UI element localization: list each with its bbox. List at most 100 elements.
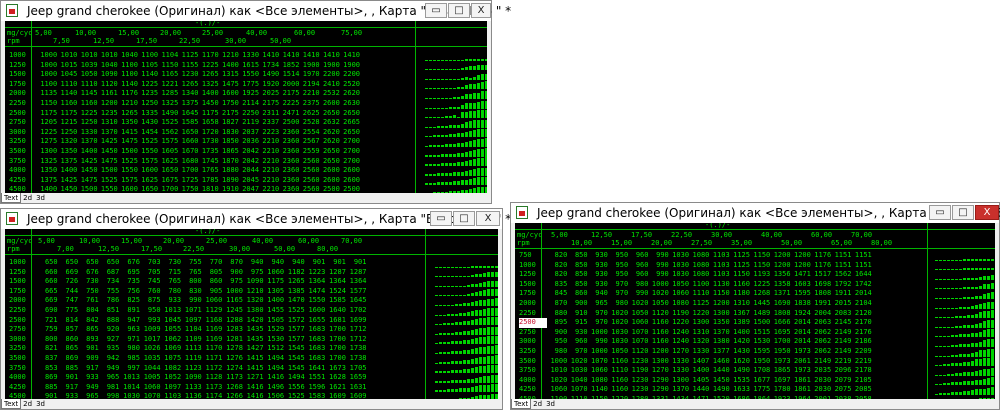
map-value-cell[interactable]: 1435	[243, 335, 264, 345]
map-value-cell[interactable]: 1524	[325, 287, 346, 297]
rpm-cell[interactable]: 2250	[519, 309, 547, 319]
map-value-cell[interactable]: 942	[99, 354, 120, 364]
map-value-cell[interactable]: 1082	[161, 364, 181, 374]
map-value-cell[interactable]: 1268	[750, 289, 770, 299]
minimize-button[interactable]: ▭	[425, 3, 447, 18]
map-value-cell[interactable]: 1175	[264, 277, 284, 287]
map-value-cell[interactable]: 2149	[831, 347, 852, 357]
map-value-cell[interactable]: 1080	[588, 376, 608, 386]
map-value-cell[interactable]: 2036	[239, 137, 259, 147]
map-value-cell[interactable]: 997	[119, 364, 140, 374]
map-value-cell[interactable]: 1287	[325, 268, 346, 278]
map-value-cell[interactable]: 901	[305, 258, 326, 268]
minimize-button[interactable]: ▭	[929, 205, 951, 220]
map-value-cell[interactable]: 1750	[178, 185, 199, 193]
map-value-cell[interactable]: 1150	[750, 261, 770, 271]
map-value-cell[interactable]: 1666	[770, 318, 791, 328]
map-value-cell[interactable]: 1350	[37, 166, 57, 176]
map-value-cell[interactable]: 1416	[264, 373, 284, 383]
map-value-cell[interactable]: 2025	[259, 89, 279, 99]
map-value-cell[interactable]: 1410	[279, 51, 300, 61]
map-value-cell[interactable]: 1172	[202, 364, 222, 374]
map-value-cell[interactable]: 1810	[199, 185, 219, 193]
map-value-cell[interactable]: 1545	[284, 354, 305, 364]
map-value-cell[interactable]: 1700	[325, 325, 346, 335]
map-value-cell[interactable]: 1151	[851, 261, 872, 271]
tab-2d[interactable]: 2d	[531, 399, 544, 409]
map-value-cell[interactable]: 820	[547, 251, 568, 261]
map-value-cell[interactable]: 1020	[608, 309, 628, 319]
map-value-cell[interactable]: 1176	[811, 261, 831, 271]
map-value-cell[interactable]: 2014	[851, 289, 872, 299]
map-value-cell[interactable]: 1305	[264, 287, 284, 297]
map-value-cell[interactable]: 1250	[138, 99, 158, 109]
map-value-cell[interactable]: 1471	[791, 270, 811, 280]
map-value-cell[interactable]: 2500	[340, 185, 360, 193]
map-value-cell[interactable]: 2650	[340, 109, 360, 119]
map-value-cell[interactable]: 2030	[811, 385, 831, 395]
map-value-cell[interactable]: 1596	[305, 383, 325, 393]
map-value-cell[interactable]: 1577	[284, 335, 305, 345]
map-value-cell[interactable]: 870	[547, 299, 568, 309]
map-value-cell[interactable]: 1577	[346, 287, 367, 297]
map-value-cell[interactable]: 2085	[851, 385, 872, 395]
map-value-cell[interactable]: 1175	[57, 109, 78, 119]
map-value-cell[interactable]: 1000	[588, 328, 608, 338]
map-value-cell[interactable]: 1780	[770, 385, 791, 395]
map-value-cell[interactable]: 1223	[305, 268, 325, 278]
map-value-cell[interactable]: 1009	[140, 325, 161, 335]
maximize-button[interactable]: □	[453, 211, 475, 226]
map-value-cell[interactable]: 1371	[770, 289, 791, 299]
map-value-cell[interactable]: 1517	[811, 270, 831, 280]
map-value-cell[interactable]: 1792	[831, 280, 852, 290]
map-value-cell[interactable]: 930	[588, 261, 608, 271]
map-value-cell[interactable]: 965	[99, 373, 120, 383]
map-value-cell[interactable]: 1970	[299, 70, 320, 80]
map-value-cell[interactable]: 1271	[243, 373, 264, 383]
map-value-cell[interactable]: 895	[547, 318, 568, 328]
map-value-cell[interactable]: 1210	[243, 287, 264, 297]
map-value-cell[interactable]: 1030	[608, 337, 628, 347]
map-value-cell[interactable]: 1060	[547, 385, 567, 395]
map-value-cell[interactable]: 1475	[98, 157, 118, 167]
map-value-cell[interactable]: 1165	[158, 70, 178, 80]
map-value-cell[interactable]: 891	[119, 306, 140, 316]
map-value-cell[interactable]: 1973	[791, 347, 811, 357]
map-value-cell[interactable]: 744	[58, 287, 79, 297]
map-value-cell[interactable]: 1000	[648, 280, 669, 290]
map-value-cell[interactable]: 2520	[340, 80, 360, 90]
map-value-cell[interactable]: 1650	[178, 128, 199, 138]
map-value-cell[interactable]: 2250	[239, 109, 259, 119]
map-value-cell[interactable]: 2528	[299, 118, 320, 128]
map-value-cell[interactable]: 837	[37, 354, 58, 364]
map-value-cell[interactable]: 1210	[219, 51, 239, 61]
map-value-cell[interactable]: 2062	[811, 328, 831, 338]
map-value-cell[interactable]: 1911	[831, 289, 852, 299]
map-value-cell[interactable]: 1506	[264, 392, 284, 399]
map-value-cell[interactable]: 1250	[77, 118, 98, 128]
map-value-cell[interactable]: 2083	[831, 309, 852, 319]
map-value-cell[interactable]: 865	[58, 344, 79, 354]
tab-3d[interactable]: 3d	[544, 399, 557, 409]
map-value-cell[interactable]: 1890	[219, 176, 239, 186]
map-value-cell[interactable]: 1450	[709, 376, 730, 386]
map-value-cell[interactable]: 2063	[811, 318, 831, 328]
map-value-cell[interactable]: 970	[588, 309, 608, 319]
map-value-cell[interactable]: 1460	[709, 357, 730, 367]
map-value-cell[interactable]: 1060	[588, 366, 608, 376]
map-value-cell[interactable]: 1400	[689, 366, 710, 376]
map-value-cell[interactable]: 2014	[791, 328, 811, 338]
map-value-cell[interactable]: 1070	[588, 357, 608, 367]
map-value-cell[interactable]: 1556	[284, 383, 305, 393]
map-value-cell[interactable]: 940	[588, 289, 608, 299]
map-value-cell[interactable]: 800	[37, 335, 58, 345]
map-value-cell[interactable]: 1475	[118, 137, 138, 147]
map-value-cell[interactable]: 850	[567, 251, 588, 261]
map-value-cell[interactable]: 1171	[202, 354, 222, 364]
map-value-cell[interactable]: 1240	[669, 337, 689, 347]
map-value-cell[interactable]: 1500	[77, 185, 98, 193]
map-value-cell[interactable]: 1910	[219, 185, 239, 193]
map-value-cell[interactable]: 2062	[811, 347, 831, 357]
map-value-cell[interactable]: 1080	[689, 251, 710, 261]
rpm-cell[interactable]: 1000	[9, 258, 37, 268]
